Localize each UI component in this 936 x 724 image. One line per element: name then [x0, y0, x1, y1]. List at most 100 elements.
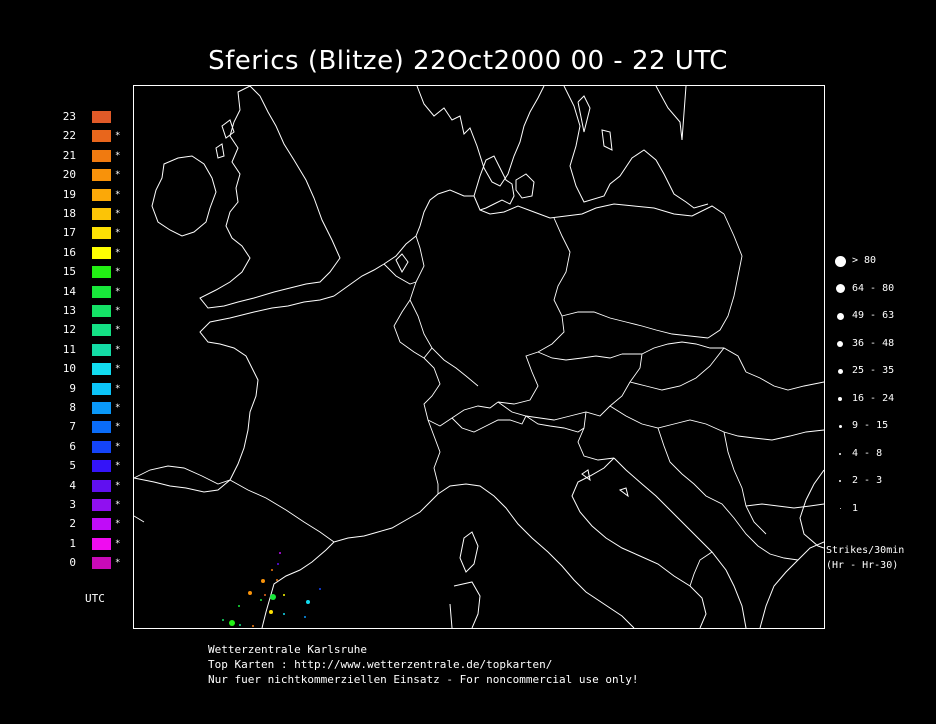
strike-point — [279, 552, 281, 554]
coastline-ireland — [151, 155, 217, 237]
size-legend-label: 64 - 80 — [852, 282, 895, 294]
hour-legend-label: 6 — [69, 439, 76, 453]
hour-legend-swatch — [92, 188, 111, 201]
hour-legend-label: 4 — [69, 478, 76, 492]
hour-legend-mark: * — [115, 228, 121, 239]
coastline-brittany — [199, 295, 335, 481]
hour-legend-mark: * — [115, 364, 121, 375]
border-romania-south — [723, 429, 824, 441]
strike-point — [222, 619, 224, 621]
strike-point — [239, 624, 241, 626]
hour-legend-label: 9 — [69, 381, 76, 395]
hour-legend-swatch — [92, 169, 111, 182]
strike-point — [252, 625, 254, 627]
coastline-italy — [437, 483, 635, 628]
size-legend-dot — [839, 508, 841, 509]
coastline-scottish-isles — [215, 119, 235, 159]
coastline-corsica — [459, 531, 479, 573]
border-hungary-south — [609, 405, 725, 433]
hour-legend-mark: * — [115, 500, 121, 510]
coastline-east — [799, 469, 824, 549]
size-legend-label: 9 - 15 — [852, 420, 889, 431]
size-legend-label: 16 - 24 — [852, 392, 895, 404]
border-serbia-east — [723, 431, 767, 535]
hour-legend-mark: * — [115, 150, 121, 161]
coastline-sweden — [563, 86, 709, 209]
border-czech-south — [537, 351, 623, 361]
size-legend-label: 25 - 35 — [852, 365, 895, 376]
strike-point — [283, 594, 285, 596]
border-bulgaria — [745, 503, 824, 509]
border-romania — [745, 371, 824, 391]
size-legend-dot — [839, 452, 841, 455]
strikes-caption-line1: Strikes/30min — [826, 545, 905, 556]
hour-legend-label: 20 — [62, 168, 76, 182]
border-france-spain — [134, 465, 335, 543]
hour-legend-label: 22 — [62, 129, 76, 143]
hour-legend-mark: * — [115, 383, 121, 394]
hour-legend-mark: * — [115, 189, 121, 200]
coastline-biscay — [134, 477, 231, 493]
hour-legend-swatch — [92, 266, 111, 279]
hour-legend-swatch — [92, 440, 111, 453]
map-frame — [133, 85, 825, 629]
size-legend-label: 49 - 63 — [852, 310, 895, 321]
hour-legend-mark: * — [115, 461, 121, 472]
coastline-france-north — [333, 235, 417, 297]
border-slovakia — [641, 341, 724, 355]
hour-legend-swatch — [92, 557, 111, 570]
hour-legend-swatch — [92, 246, 111, 259]
hour-legend-mark: * — [115, 131, 121, 142]
hour-legend-swatch — [92, 460, 111, 473]
border-germany-west — [409, 235, 479, 387]
strike-point — [260, 599, 262, 601]
hour-legend-mark: * — [115, 306, 121, 316]
size-legend-label: 1 — [852, 502, 859, 514]
footer: Wetterzentrale Karlsruhe Top Karten : ht… — [208, 642, 638, 687]
size-legend-dot — [835, 284, 845, 293]
border-spain-portugal — [134, 515, 145, 523]
hour-legend-mark: * — [115, 267, 121, 278]
coastline-britain — [199, 86, 341, 309]
hour-legend-mark: * — [115, 247, 121, 258]
hour-legend-swatch — [92, 149, 111, 162]
footer-line3: Nur fuer nichtkommerziellen Einsatz - Fo… — [208, 673, 639, 686]
utc-label: UTC — [85, 592, 105, 605]
hour-legend-swatch — [92, 402, 111, 414]
strike-point — [306, 600, 310, 604]
size-legend-label: 2 - 3 — [852, 475, 883, 486]
border-switzerland-italy — [451, 415, 527, 433]
hour-legend-swatch — [92, 421, 111, 434]
border-albania — [689, 551, 713, 587]
coastline-norway — [416, 86, 545, 187]
hour-legend-swatch — [92, 285, 111, 298]
hour-legend-swatch — [92, 479, 111, 492]
coastline-netherlands — [415, 189, 474, 237]
hour-legend-swatch — [92, 537, 111, 550]
hour-legend-mark: * — [115, 519, 121, 530]
size-legend-dot — [838, 424, 842, 428]
hour-legend-label: 13 — [62, 304, 76, 317]
size-legend-dot — [837, 368, 843, 374]
strike-point — [277, 563, 279, 565]
border-slovenia-croatia — [577, 411, 615, 461]
border-poland-east — [707, 213, 743, 339]
coastline-ijsselmeer — [395, 253, 409, 274]
hour-legend-swatch — [92, 111, 111, 123]
hour-legend-swatch — [92, 343, 111, 356]
coastline-zealand — [515, 173, 535, 199]
size-legend-dot — [838, 396, 842, 401]
hour-legend-label: 17 — [62, 226, 76, 240]
coastline-sardinia — [449, 581, 481, 628]
hour-legend-label: 18 — [62, 207, 76, 220]
hour-legend-swatch — [92, 227, 111, 240]
hour-legend-mark: * — [115, 480, 121, 491]
size-legend-dot — [834, 255, 846, 267]
strike-point — [248, 591, 252, 595]
hour-legend-label: 5 — [69, 459, 76, 473]
hour-legend-label: 12 — [62, 323, 76, 337]
strike-point — [271, 569, 273, 571]
hour-legend-label: 19 — [62, 187, 76, 201]
hour-legend-label: 0 — [69, 556, 76, 570]
hour-legend-swatch — [92, 130, 111, 143]
